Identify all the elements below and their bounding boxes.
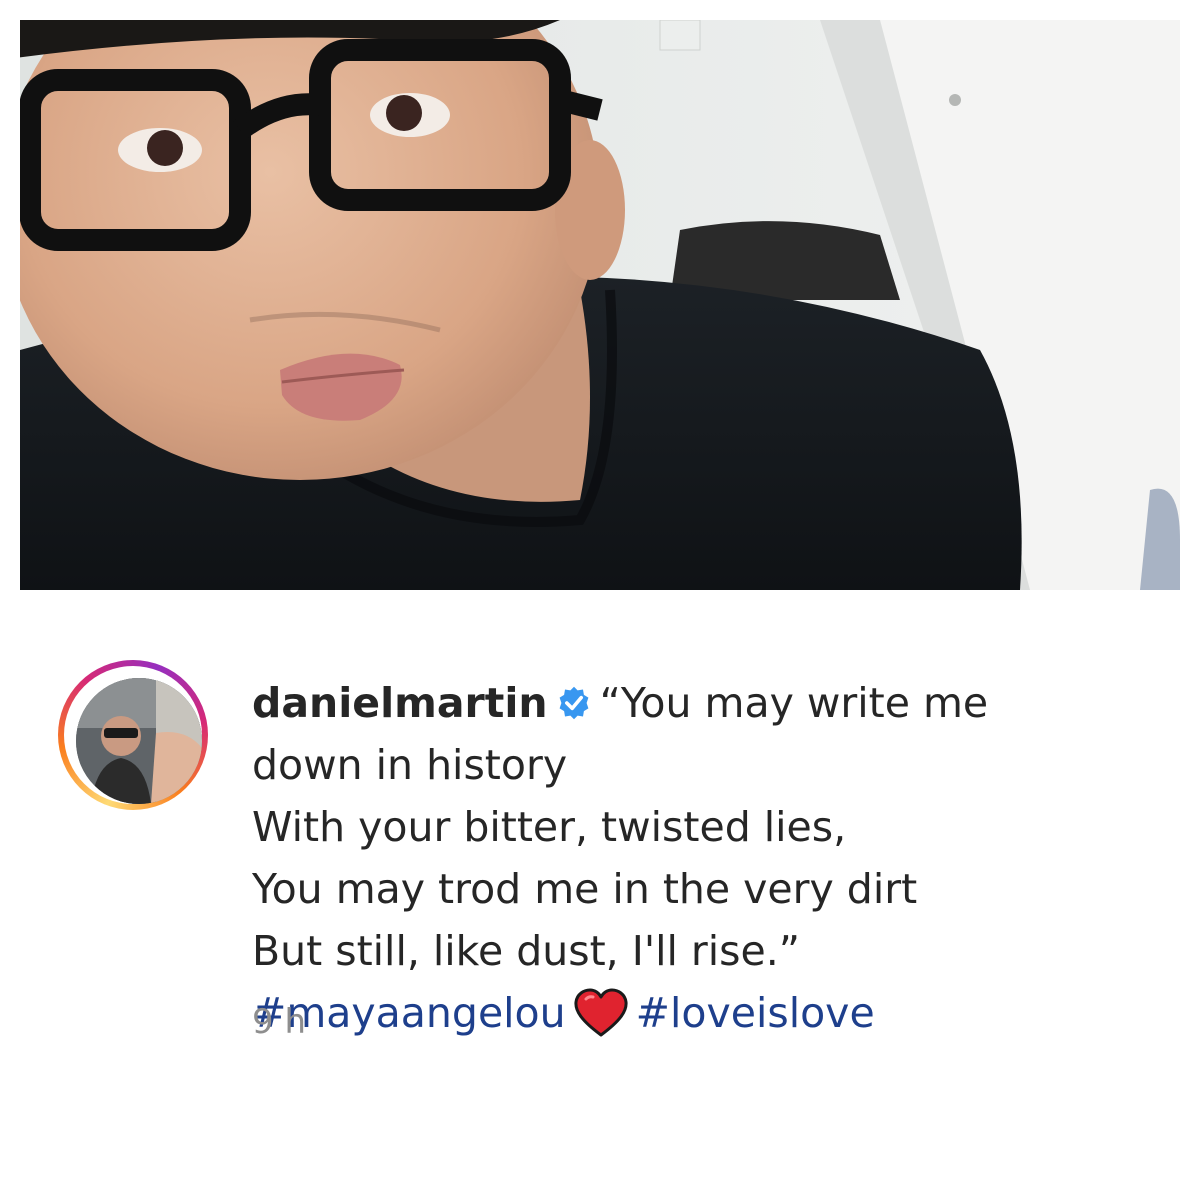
selfie-image — [20, 20, 1180, 590]
instagram-post: danielmartin “You may write me down in hi… — [0, 0, 1200, 1200]
caption-line-1: danielmartin “You may write me — [252, 672, 1152, 734]
verified-check-icon — [556, 676, 592, 720]
avatar-image — [76, 678, 202, 804]
username-link[interactable]: danielmartin — [252, 679, 548, 727]
hashtag-line: #mayaangelou #loveislove — [252, 982, 1152, 1044]
caption-line-4: You may trod me in the very dirt — [252, 865, 918, 913]
post-timestamp[interactable]: 9 h — [252, 1002, 306, 1042]
caption-text: danielmartin “You may write me down in hi… — [252, 672, 1152, 1044]
caption-line-3: With your bitter, twisted lies, — [252, 803, 847, 851]
caption-line-5: But still, like dust, I'll rise.” — [252, 927, 801, 975]
post-photo[interactable] — [20, 20, 1180, 590]
story-ring[interactable] — [58, 660, 208, 810]
avatar-gap — [64, 666, 202, 804]
red-heart-icon — [572, 987, 630, 1039]
post-caption-section: danielmartin “You may write me down in hi… — [0, 590, 1200, 1200]
caption-line-2: down in history — [252, 741, 568, 789]
avatar[interactable] — [76, 678, 202, 804]
hashtag-loveislove[interactable]: #loveislove — [636, 989, 875, 1037]
caption-line-1-text: “You may write me — [599, 679, 989, 727]
